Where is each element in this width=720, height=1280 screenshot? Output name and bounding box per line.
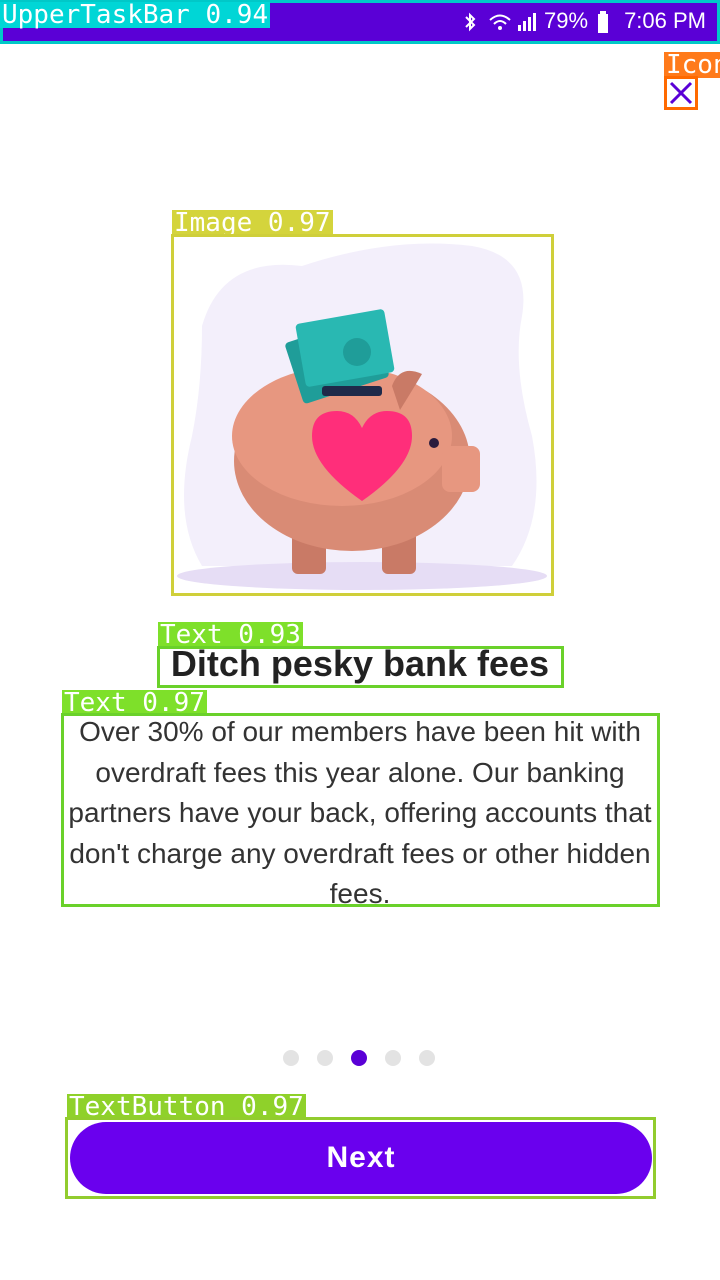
close-icon[interactable] xyxy=(664,76,698,110)
description-text: Over 30% of our members have been hit wi… xyxy=(68,716,652,909)
pager-dot-active[interactable] xyxy=(351,1050,367,1066)
pager-dot[interactable] xyxy=(317,1050,333,1066)
pager-dots xyxy=(283,1050,435,1066)
pager-dot[interactable] xyxy=(419,1050,435,1066)
next-button[interactable]: Next xyxy=(70,1122,652,1194)
detection-label-upper-task-bar: UpperTaskBar 0.94 xyxy=(0,0,271,30)
detection-label-image: Image 0.97 xyxy=(172,208,333,238)
pager-dot[interactable] xyxy=(385,1050,401,1066)
pager-dot[interactable] xyxy=(283,1050,299,1066)
piggy-bank-illustration xyxy=(172,236,552,592)
page-title: Ditch pesky bank fees xyxy=(170,643,550,684)
detection-label-icon: Icon xyxy=(664,52,720,78)
